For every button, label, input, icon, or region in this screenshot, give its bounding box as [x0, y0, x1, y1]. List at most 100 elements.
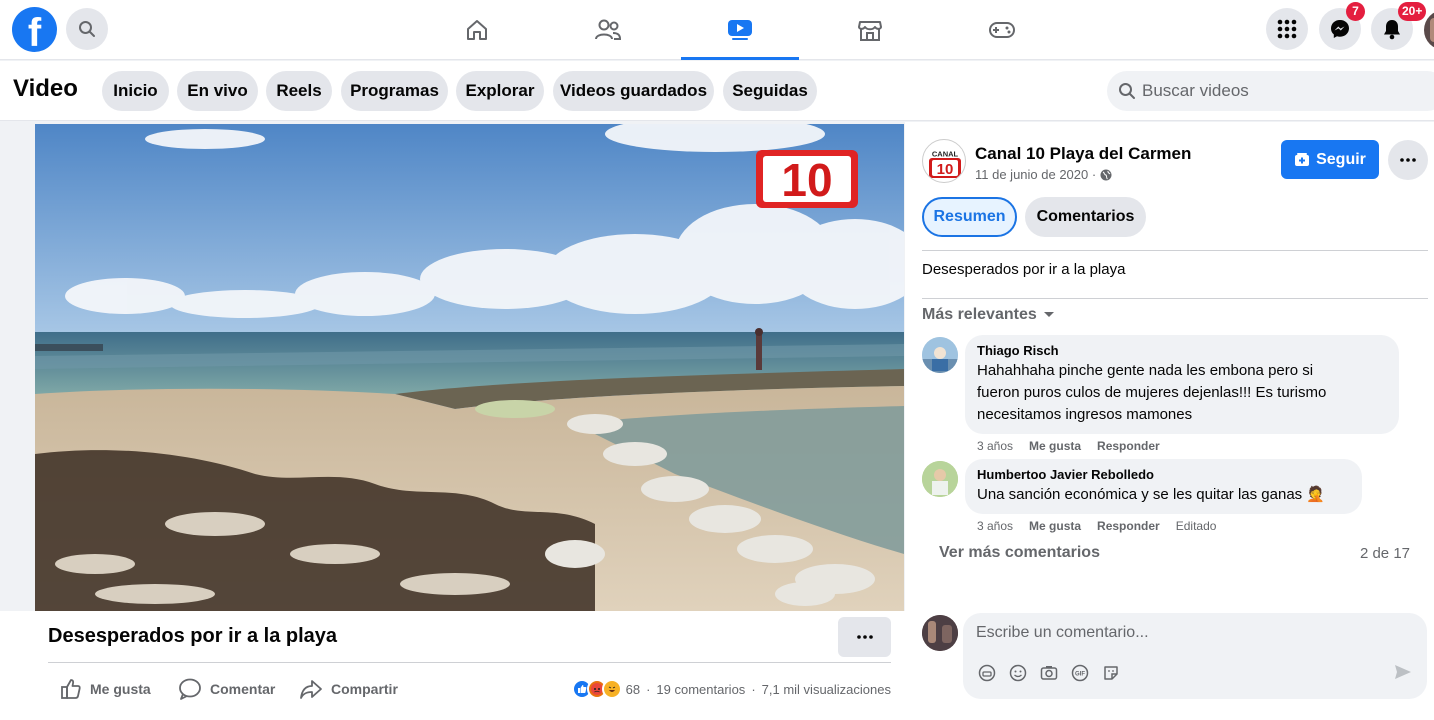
comment-reply-button[interactable]: Responder — [1097, 439, 1160, 453]
follow-label: Seguir — [1316, 150, 1366, 168]
comment-bubble: Thiago Risch Hahahhaha pinche gente nada… — [965, 335, 1399, 434]
comment-like-button[interactable]: Me gusta — [1029, 519, 1081, 533]
video-description: Desesperados por ir a la playa — [922, 261, 1126, 278]
comment-author[interactable]: Thiago Risch — [977, 343, 1387, 358]
video-side-panel: CANAL 10 Canal 10 Playa del Carmen 11 de… — [905, 122, 1434, 720]
follow-icon — [1295, 152, 1310, 166]
menu-grid-icon[interactable] — [1266, 8, 1308, 50]
comment-like-button[interactable]: Me gusta — [1029, 439, 1081, 453]
thumbs-up-icon — [61, 679, 81, 699]
divider — [48, 662, 891, 663]
gaming-icon[interactable] — [943, 0, 1061, 60]
tab-resumen[interactable]: Resumen — [922, 197, 1017, 237]
video-more-button[interactable] — [838, 617, 891, 657]
video-info: Desesperados por ir a la playa Me gusta … — [0, 611, 905, 720]
tab-inicio[interactable]: Inicio — [102, 71, 169, 111]
comment-text: Hahahhaha pinche gente nada les embona p… — [977, 362, 1327, 423]
comment-composer: GIF — [963, 613, 1427, 699]
comment-sort-dropdown[interactable]: Más relevantes — [922, 306, 1055, 324]
sticker-icon[interactable] — [1101, 663, 1120, 682]
friends-icon[interactable] — [549, 0, 667, 60]
tab-explorar[interactable]: Explorar — [456, 71, 544, 111]
home-icon[interactable] — [418, 0, 536, 60]
comment-edited[interactable]: Editado — [1176, 519, 1217, 533]
comment-author[interactable]: Humbertoo Javier Rebolledo — [977, 467, 1350, 482]
comment-bubble: Humbertoo Javier Rebolledo Una sanción e… — [965, 459, 1362, 514]
divider — [922, 298, 1428, 299]
globe-icon — [1100, 169, 1112, 180]
separator-dot: · — [646, 681, 651, 697]
notifications-badge: 20+ — [1398, 2, 1427, 21]
video-title: Desesperados por ir a la playa — [48, 625, 338, 647]
top-navigation: f 7 20+ — [0, 0, 1434, 60]
caret-down-icon — [1043, 312, 1054, 317]
comment-text: Una sanción económica y se les quitar la… — [977, 486, 1326, 503]
more-comments-link[interactable]: Ver más comentarios — [939, 544, 1100, 562]
tab-en-vivo[interactable]: En vivo — [177, 71, 258, 111]
tab-reels[interactable]: Reels — [266, 71, 332, 111]
reactions-count[interactable]: 68 — [626, 682, 640, 697]
composer-tools: GIF — [977, 663, 1120, 682]
channel-more-button[interactable] — [1388, 140, 1428, 180]
channel-avatar[interactable]: CANAL 10 — [922, 139, 966, 183]
channel-logo-text: CANAL — [932, 150, 959, 159]
comment-label: Comentar — [210, 681, 276, 697]
video-search-input[interactable] — [1142, 71, 1432, 111]
video-header: Video Inicio En vivo Reels Programas Exp… — [0, 61, 1434, 121]
comment-age[interactable]: 3 años — [977, 519, 1013, 533]
comments-position: 2 de 17 — [1359, 545, 1410, 562]
gif-icon[interactable]: GIF — [1070, 663, 1089, 682]
camera-icon[interactable] — [1039, 663, 1058, 682]
comment-button[interactable]: Comentar — [178, 677, 275, 701]
user-avatar[interactable] — [922, 615, 958, 651]
channel-logo-number: 10 — [937, 161, 954, 178]
search-icon[interactable] — [66, 8, 108, 50]
comment-age[interactable]: 3 años — [977, 439, 1013, 453]
channel-watermark: 10 — [756, 150, 858, 208]
facebook-logo[interactable]: f — [12, 7, 57, 52]
tab-seguidas[interactable]: Seguidas — [723, 71, 817, 111]
tab-comentarios[interactable]: Comentarios — [1025, 197, 1146, 237]
commenter-avatar[interactable] — [922, 461, 958, 497]
sort-label: Más relevantes — [922, 306, 1037, 323]
video-tab-icon[interactable] — [681, 0, 799, 60]
divider — [922, 250, 1428, 251]
like-button[interactable]: Me gusta — [60, 677, 151, 701]
svg-text:GIF: GIF — [1075, 671, 1085, 677]
more-dots-icon — [1400, 158, 1416, 162]
video-stats: 68 · 19 comentarios · 7,1 mil visualizac… — [571, 679, 891, 699]
channel-name[interactable]: Canal 10 Playa del Carmen — [975, 144, 1191, 164]
page-title: Video — [13, 75, 78, 102]
send-icon[interactable] — [1394, 664, 1412, 680]
comment-reply-button[interactable]: Responder — [1097, 519, 1160, 533]
post-date-text[interactable]: 11 de junio de 2020 · — [975, 167, 1096, 182]
share-label: Compartir — [331, 681, 398, 697]
marketplace-icon[interactable] — [811, 0, 929, 60]
like-label: Me gusta — [90, 681, 151, 697]
haha-reaction-icon — [601, 679, 622, 699]
share-icon — [300, 680, 322, 699]
follow-button[interactable]: Seguir — [1281, 140, 1379, 179]
comment-meta: 3 años Me gusta Responder — [977, 439, 1160, 453]
watermark-number: 10 — [781, 154, 832, 206]
avatar-sticker-icon[interactable] — [977, 663, 996, 682]
video-player[interactable]: 10 — [35, 124, 904, 611]
search-icon — [1119, 83, 1135, 99]
views-count: 7,1 mil visualizaciones — [761, 681, 891, 697]
video-frame: 10 — [35, 124, 904, 611]
commenter-avatar[interactable] — [922, 337, 958, 373]
comments-count[interactable]: 19 comentarios — [656, 682, 745, 697]
video-search[interactable] — [1107, 71, 1434, 111]
more-dots-icon — [856, 635, 873, 639]
emoji-icon[interactable] — [1008, 663, 1027, 682]
comment-meta: 3 años Me gusta Responder Editado — [977, 519, 1216, 533]
comment-icon — [179, 678, 201, 700]
separator-dot: · — [751, 681, 756, 697]
profile-avatar[interactable] — [1424, 10, 1434, 50]
tab-videos-guardados[interactable]: Videos guardados — [553, 71, 714, 111]
tab-programas[interactable]: Programas — [341, 71, 448, 111]
comment-input[interactable] — [976, 621, 1416, 645]
share-button[interactable]: Compartir — [299, 677, 398, 701]
post-date: 11 de junio de 2020 · — [975, 167, 1112, 182]
messenger-badge: 7 — [1346, 2, 1365, 21]
